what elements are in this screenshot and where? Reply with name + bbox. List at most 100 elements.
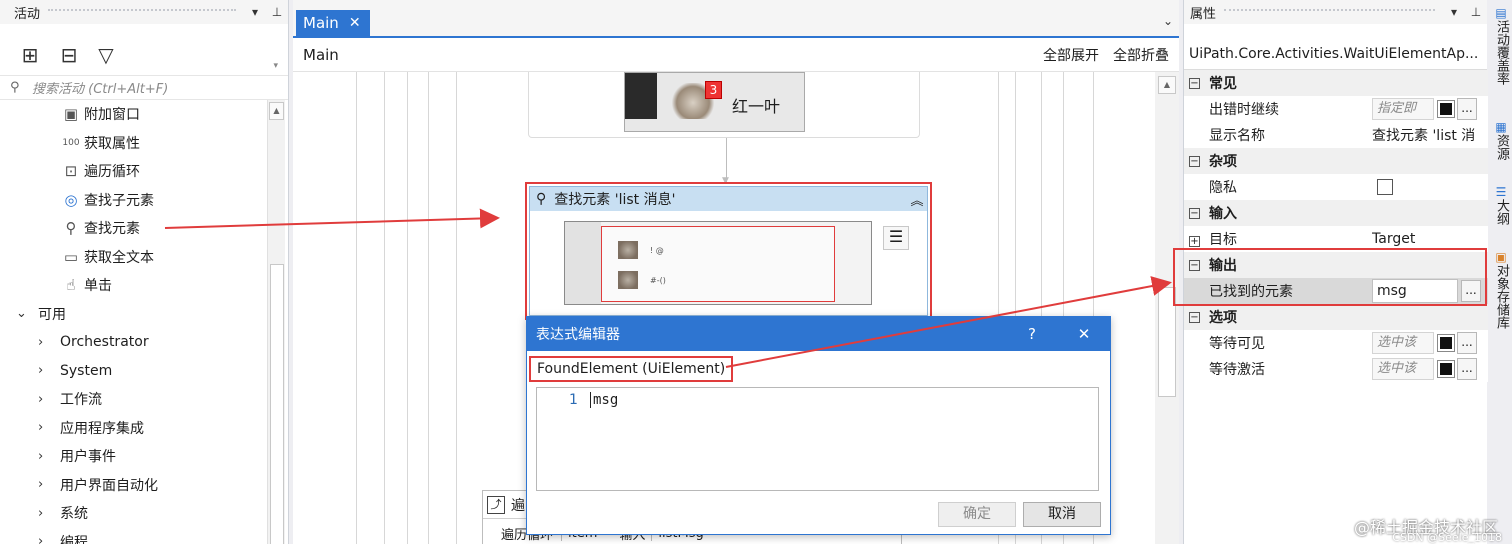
close-icon[interactable]: ✕ <box>349 15 361 31</box>
tab-object-repository[interactable]: ▣对象存储库 <box>1493 250 1511 329</box>
collapse-icon[interactable]: ︽ <box>907 190 927 209</box>
activity-label: 获取属性 <box>84 135 140 152</box>
get-attribute-icon: 100 <box>62 137 80 148</box>
category-options[interactable]: − 选项 <box>1184 304 1488 330</box>
menu-icon[interactable]: ☰ <box>883 226 909 250</box>
expression-code[interactable]: msg <box>590 392 618 408</box>
canvas-scrollbar[interactable]: ▲ <box>1155 72 1179 544</box>
category-label: 编程 <box>60 534 88 544</box>
property-marker-icon[interactable] <box>1437 360 1455 378</box>
tree-category[interactable]: › 工作流 <box>0 385 266 414</box>
tree-group[interactable]: ⌄ 可用 <box>0 300 266 329</box>
cancel-button[interactable]: 取消 <box>1023 502 1101 527</box>
chevron-right-icon: › <box>38 420 44 436</box>
pin-icon[interactable]: ⊥ <box>266 5 288 19</box>
expand-all-link[interactable]: 全部展开 <box>1043 45 1099 65</box>
target-value[interactable]: Target <box>1372 231 1488 247</box>
list-item[interactable]: ◎ 查找子元素 <box>0 186 266 215</box>
activities-panel: 活动 ▾ ⊥ ⊞ ⊟ ▽ ▾ ⚲ 搜索活动 (Ctrl+Alt+F) ▣ 附加窗口… <box>0 0 289 544</box>
message-preview: #-() <box>650 276 666 285</box>
wait-active-input[interactable]: 选中该 <box>1372 358 1434 380</box>
dialog-titlebar[interactable]: 表达式编辑器 ? ✕ <box>527 317 1110 351</box>
expand-icon[interactable]: + <box>1189 236 1200 247</box>
ellipsis-button[interactable]: ... <box>1457 98 1477 120</box>
ellipsis-button[interactable]: ... <box>1457 332 1477 354</box>
list-item[interactable]: ▣ 附加窗口 <box>0 100 266 129</box>
chevron-down-icon[interactable]: ⌄ <box>1163 14 1173 28</box>
category-label: 工作流 <box>60 392 102 409</box>
tab-activity-coverage[interactable]: ▤活动覆盖率 <box>1493 6 1511 85</box>
activity-title: 查找元素 'list 消息' <box>554 192 676 208</box>
activity-label: 单击 <box>84 278 112 295</box>
repository-icon: ▣ <box>1494 250 1508 264</box>
search-input[interactable]: 搜索活动 (Ctrl+Alt+F) <box>32 78 168 97</box>
ellipsis-button[interactable]: ... <box>1461 280 1481 302</box>
category-input[interactable]: − 输入 <box>1184 200 1488 226</box>
chevron-down-icon[interactable]: ▾ <box>244 5 266 19</box>
private-checkbox[interactable] <box>1377 179 1393 195</box>
tree-category[interactable]: › 系统 <box>0 499 266 528</box>
collapse-icon[interactable]: − <box>1189 311 1200 323</box>
attach-window-icon: ▣ <box>63 105 79 124</box>
properties-panel-header: 属性 ▾ ⊥ <box>1184 0 1487 24</box>
tab-outline[interactable]: ☰大纲 <box>1493 185 1511 225</box>
property-marker-icon[interactable] <box>1437 100 1455 118</box>
list-item[interactable]: ▭ 获取全文本 <box>0 243 266 272</box>
collapse-icon[interactable]: − <box>1189 155 1200 167</box>
collapse-all-icon[interactable]: ⊟ <box>57 44 81 68</box>
pin-icon[interactable]: ⊥ <box>1465 5 1487 19</box>
close-icon[interactable]: ✕ <box>1058 325 1110 343</box>
tree-category[interactable]: › 用户界面自动化 <box>0 471 266 500</box>
find-element-activity[interactable]: ⚲ 查找元素 'list 消息' ︽ ! @ #-() ☰ <box>529 186 928 316</box>
collapse-icon[interactable]: − <box>1189 259 1200 271</box>
wait-visible-input[interactable]: 选中该 <box>1372 332 1434 354</box>
continue-on-error-input[interactable]: 指定即 <box>1372 98 1434 120</box>
breadcrumb[interactable]: Main <box>303 46 1029 64</box>
activity-header[interactable]: ⚲ 查找元素 'list 消息' ︽ <box>530 187 927 211</box>
tab-resources[interactable]: ▦资源 <box>1493 120 1511 160</box>
help-button[interactable]: ? <box>1006 325 1058 343</box>
list-item[interactable]: ⊡ 遍历循环 <box>0 157 266 186</box>
activity-label: 查找子元素 <box>84 192 154 209</box>
collapse-icon[interactable]: − <box>1189 77 1200 89</box>
found-element-input[interactable]: msg <box>1372 279 1458 303</box>
list-item[interactable]: 100 获取属性 <box>0 129 266 158</box>
activities-search[interactable]: ⚲ 搜索活动 (Ctrl+Alt+F) <box>0 76 288 100</box>
list-item[interactable]: ⚲ 查找元素 <box>0 214 266 243</box>
chevron-down-icon[interactable]: ▾ <box>1443 5 1465 19</box>
scroll-up-icon[interactable]: ▲ <box>1158 76 1176 94</box>
expand-all-icon[interactable]: ⊞ <box>18 44 42 68</box>
category-misc[interactable]: − 杂项 <box>1184 148 1488 174</box>
ellipsis-button[interactable]: ... <box>1457 358 1477 380</box>
collapse-icon[interactable]: − <box>1189 207 1200 219</box>
expression-input[interactable]: 1 msg <box>536 387 1099 491</box>
activities-toolbar: ⊞ ⊟ ▽ ▾ <box>0 24 288 76</box>
chevron-down-icon: ⌄ <box>16 306 27 322</box>
tab-label: 活动覆盖率 <box>1494 20 1509 85</box>
tree-category[interactable]: › Orchestrator <box>0 328 266 357</box>
tab-main[interactable]: Main ✕ <box>296 10 370 36</box>
display-name-value[interactable]: 查找元素 'list 消 <box>1372 125 1488 145</box>
filter-icon[interactable]: ▽ <box>94 44 118 68</box>
toolbar-overflow-icon[interactable]: ▾ <box>273 61 278 71</box>
property-row: 隐私 <box>1184 174 1488 200</box>
scroll-up-icon[interactable]: ▲ <box>269 102 284 120</box>
tree-category[interactable]: › System <box>0 357 266 386</box>
tree-category[interactable]: › 用户事件 <box>0 442 266 471</box>
collapse-all-link[interactable]: 全部折叠 <box>1113 45 1169 65</box>
screenshot-sidebar <box>625 73 657 119</box>
ok-button[interactable]: 确定 <box>938 502 1016 527</box>
scrollbar-thumb[interactable] <box>270 264 284 544</box>
tree-category[interactable]: › 编程 <box>0 528 266 544</box>
category-common[interactable]: − 常见 <box>1184 70 1488 96</box>
activities-scrollbar[interactable]: ▲ <box>267 100 285 544</box>
divider <box>407 72 408 544</box>
tree-category[interactable]: › 应用程序集成 <box>0 414 266 443</box>
panel-grip <box>1224 9 1435 15</box>
category-label: System <box>60 362 113 379</box>
property-marker-icon[interactable] <box>1437 334 1455 352</box>
expression-type-label: FoundElement (UiElement) <box>529 356 734 382</box>
category-output[interactable]: − 输出 <box>1184 252 1488 278</box>
scrollbar-thumb[interactable] <box>1158 287 1176 397</box>
list-item[interactable]: ☝ 单击 <box>0 271 266 300</box>
